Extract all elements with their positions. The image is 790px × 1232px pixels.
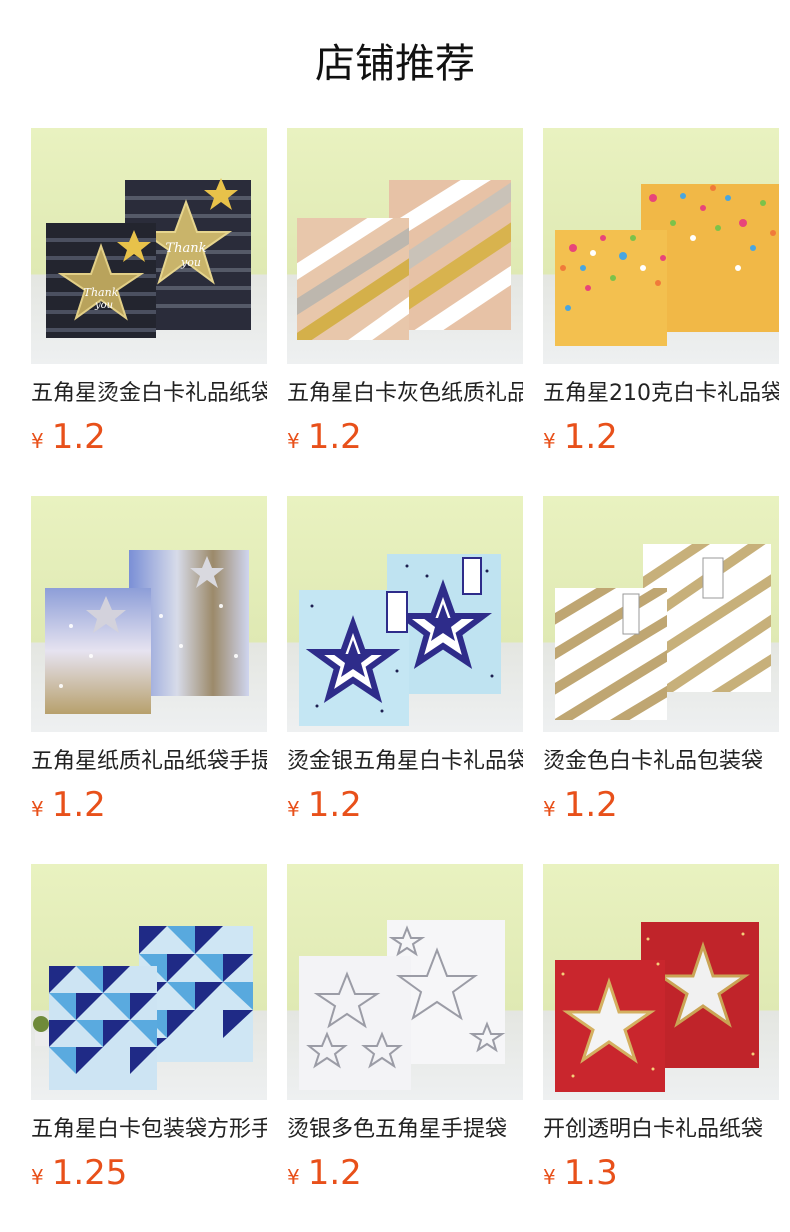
product-name[interactable]: 烫银多色五角星手提袋	[287, 1113, 523, 1147]
product-image[interactable]: Thank you Thank you	[31, 128, 267, 364]
product-price: ¥1.2	[543, 783, 618, 827]
product-name[interactable]: 烫金色白卡礼品包装袋	[543, 745, 779, 779]
currency-symbol: ¥	[287, 429, 300, 453]
svg-text:you: you	[94, 300, 113, 311]
product-image[interactable]	[31, 864, 267, 1100]
product-image[interactable]	[287, 128, 523, 364]
product-name[interactable]: 五角星白卡灰色纸质礼品袋	[287, 377, 523, 411]
price-amount: 1.2	[307, 417, 362, 457]
product-image[interactable]	[31, 496, 267, 732]
product-name[interactable]: 开创透明白卡礼品纸袋	[543, 1113, 779, 1147]
currency-symbol: ¥	[543, 1165, 556, 1189]
price-amount: 1.2	[307, 1153, 362, 1193]
product-name[interactable]: 五角星纸质礼品纸袋手提袋	[31, 745, 267, 779]
product-name[interactable]: 五角星210克白卡礼品袋	[543, 377, 779, 411]
product-name[interactable]: 五角星白卡包装袋方形手提袋	[31, 1113, 267, 1147]
page-title: 店铺推荐	[315, 41, 475, 87]
currency-symbol: ¥	[543, 429, 556, 453]
price-amount: 1.25	[51, 1153, 128, 1193]
svg-text:you: you	[180, 256, 201, 269]
product-price: ¥1.2	[543, 415, 618, 459]
currency-symbol: ¥	[287, 1165, 300, 1189]
price-amount: 1.2	[51, 785, 106, 825]
product-name[interactable]: 烫金银五角星白卡礼品袋	[287, 745, 523, 779]
currency-symbol: ¥	[31, 429, 44, 453]
price-amount: 1.2	[563, 417, 618, 457]
product-price: ¥1.3	[543, 1151, 618, 1195]
svg-text:Thank: Thank	[165, 241, 206, 256]
product-price: ¥1.2	[287, 783, 362, 827]
product-name[interactable]: 五角星烫金白卡礼品纸袋	[31, 377, 267, 411]
product-price: ¥1.2	[31, 415, 106, 459]
price-amount: 1.2	[307, 785, 362, 825]
svg-text:Thank: Thank	[84, 286, 119, 299]
product-price: ¥1.2	[287, 1151, 362, 1195]
product-price: ¥1.2	[31, 783, 106, 827]
currency-symbol: ¥	[31, 1165, 44, 1189]
price-amount: 1.2	[563, 785, 618, 825]
price-amount: 1.2	[51, 417, 106, 457]
product-image[interactable]	[543, 496, 779, 732]
product-image[interactable]	[287, 496, 523, 732]
currency-symbol: ¥	[543, 797, 556, 821]
product-image[interactable]	[543, 128, 779, 364]
currency-symbol: ¥	[31, 797, 44, 821]
product-price: ¥1.25	[31, 1151, 127, 1195]
currency-symbol: ¥	[287, 797, 300, 821]
product-image[interactable]	[287, 864, 523, 1100]
product-grid: Thank you Thank you 五角星烫金白卡礼品纸袋 ¥1.2 五角星…	[31, 128, 790, 1218]
price-amount: 1.3	[563, 1153, 618, 1193]
product-image[interactable]	[543, 864, 779, 1100]
product-price: ¥1.2	[287, 415, 362, 459]
